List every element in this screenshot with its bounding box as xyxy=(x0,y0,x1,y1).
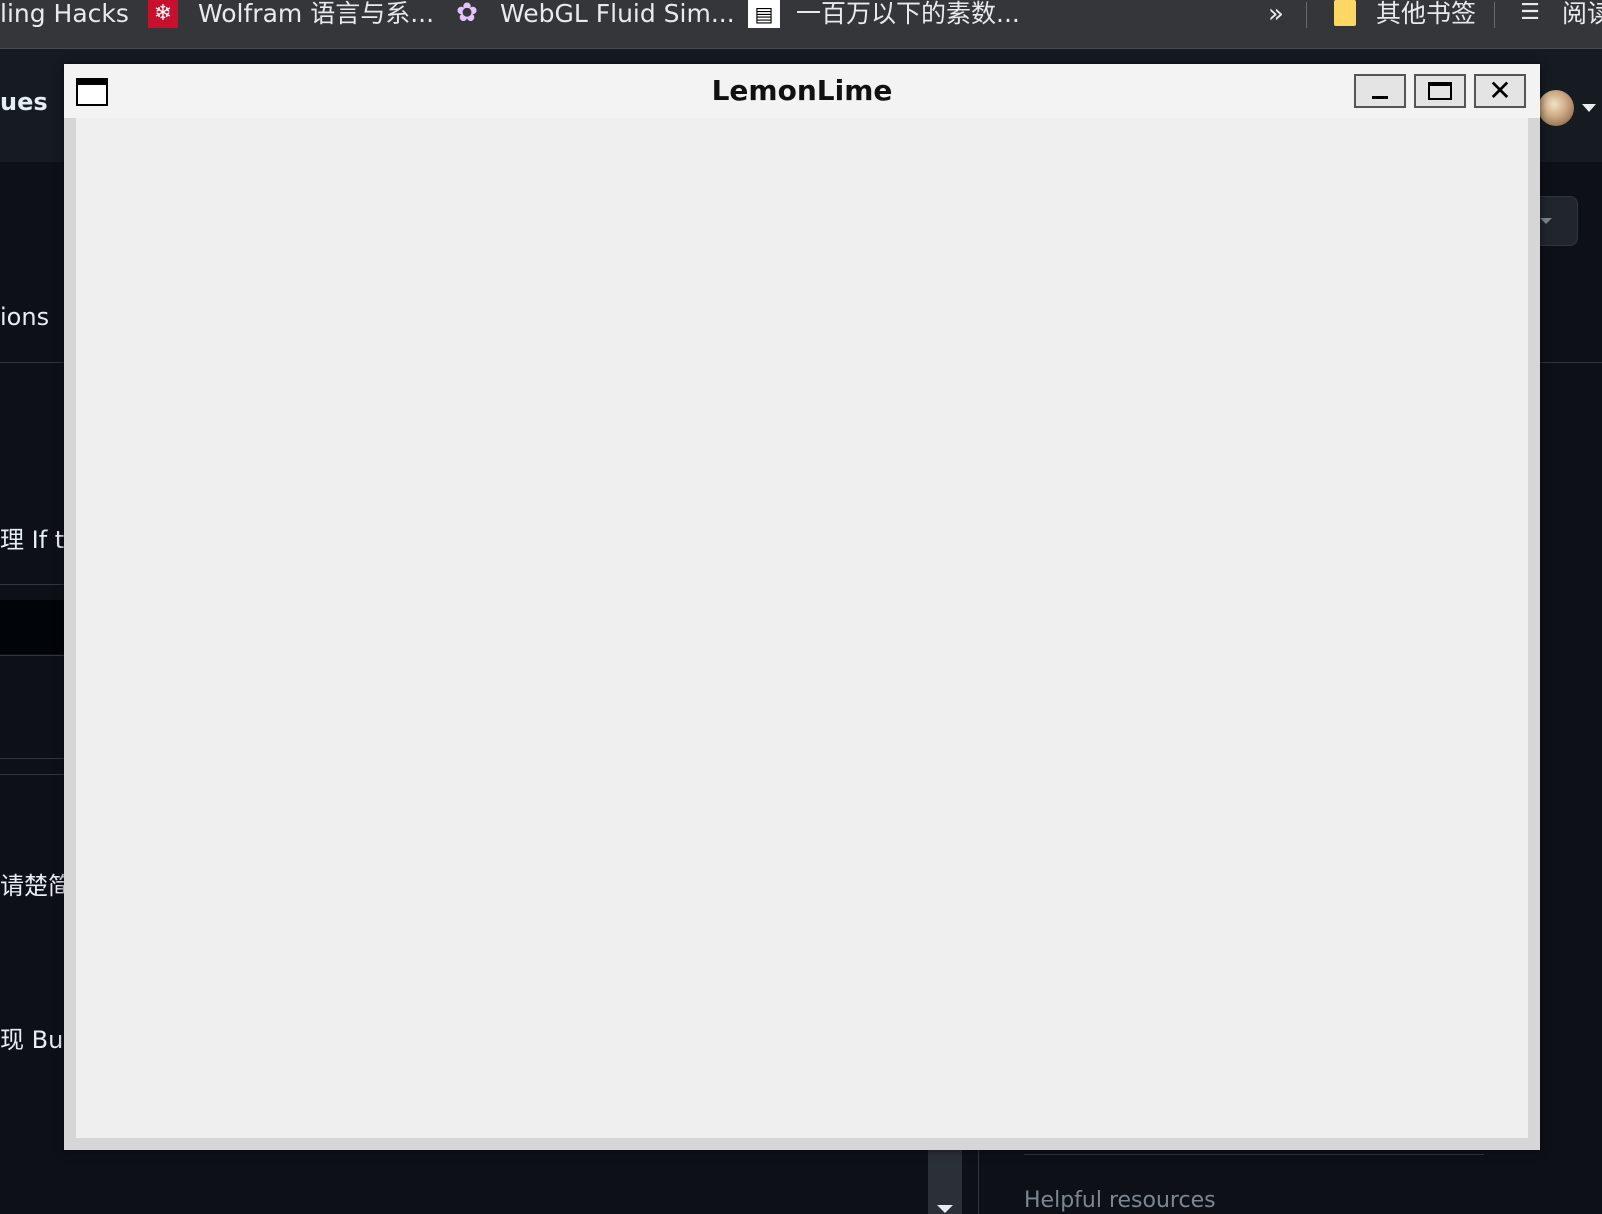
close-icon: ✕ xyxy=(1488,74,1512,107)
window-title: LemonLime xyxy=(711,74,893,107)
close-button[interactable]: ✕ xyxy=(1474,74,1526,108)
scroll-down-icon[interactable] xyxy=(937,1205,953,1213)
other-bookmarks-folder[interactable]: 其他书签 xyxy=(1376,0,1476,30)
reading-list-icon: ☰ xyxy=(1520,0,1540,25)
minimize-button[interactable] xyxy=(1354,74,1406,108)
maximize-icon xyxy=(1428,82,1452,100)
divider xyxy=(0,758,70,759)
window-client-area[interactable] xyxy=(76,118,1528,1138)
background-band xyxy=(0,600,70,654)
wolfram-icon: ❄ xyxy=(148,0,178,28)
divider xyxy=(0,655,70,656)
folder-icon xyxy=(1334,0,1356,26)
lemonlime-window: LemonLime ✕ xyxy=(64,64,1540,1150)
scrollbar[interactable] xyxy=(928,1140,962,1214)
chevron-down-icon[interactable] xyxy=(1582,104,1596,112)
background-text[interactable]: 理 If t xyxy=(0,520,64,555)
background-text: 请楚简 xyxy=(0,872,72,900)
fluid-icon: ✿ xyxy=(456,0,478,28)
chevron-down-icon xyxy=(1540,218,1552,224)
divider xyxy=(978,1140,979,1214)
minimize-icon xyxy=(1372,96,1388,99)
bookmarks-overflow-button[interactable]: » xyxy=(1268,0,1284,30)
background-text: ions xyxy=(0,303,50,331)
divider xyxy=(0,774,70,775)
avatar[interactable] xyxy=(1538,90,1574,126)
bookmark-separator xyxy=(1494,2,1495,28)
page-icon: ▤ xyxy=(748,0,780,28)
bookmark-item[interactable]: ling Hacks xyxy=(0,0,129,30)
header-nav-item[interactable]: ues xyxy=(0,88,48,116)
screen: ling Hacks ❄ Wolfram 语言与系... ✿ WebGL Flu… xyxy=(0,0,1602,1214)
maximize-button[interactable] xyxy=(1414,74,1466,108)
reading-list-button[interactable]: 阅读 xyxy=(1562,0,1602,30)
divider xyxy=(1024,1154,1484,1155)
bookmark-item[interactable]: Wolfram 语言与系... xyxy=(198,0,434,30)
divider xyxy=(0,584,70,585)
bookmarks-bar: ling Hacks ❄ Wolfram 语言与系... ✿ WebGL Flu… xyxy=(0,0,1602,49)
bookmark-item[interactable]: 一百万以下的素数... xyxy=(796,0,1020,30)
window-title-bar[interactable]: LemonLime ✕ xyxy=(64,64,1540,118)
bookmark-separator xyxy=(1306,2,1307,28)
helpful-resources-heading: Helpful resources xyxy=(1024,1188,1216,1213)
bookmark-item[interactable]: WebGL Fluid Sim... xyxy=(500,0,735,30)
